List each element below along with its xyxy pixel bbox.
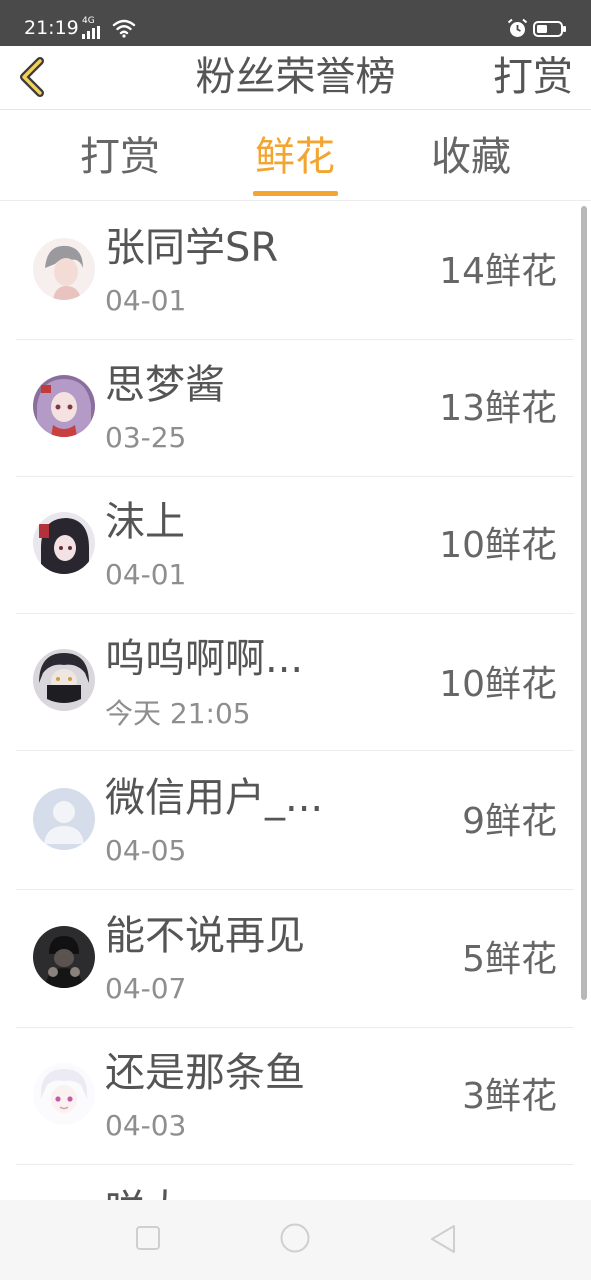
- title-bar: 粉丝荣誉榜 打赏: [0, 46, 591, 110]
- flower-count: 9鲜花: [462, 801, 557, 842]
- fan-name: 微信用户_...: [105, 775, 324, 821]
- avatar: [33, 649, 95, 711]
- fan-name: 呜呜啊啊...: [105, 636, 304, 682]
- avatar: [33, 1063, 95, 1125]
- avatar: [33, 788, 95, 850]
- recents-square-icon[interactable]: [135, 1224, 161, 1252]
- wifi-icon: [112, 19, 136, 38]
- tab-flowers[interactable]: 鲜花: [255, 133, 335, 181]
- fan-date: 03-25: [105, 421, 187, 454]
- list-item[interactable]: 思梦酱 03-25 13鲜花: [16, 339, 574, 477]
- signal-icon: [82, 26, 100, 39]
- status-time: 21:19: [24, 17, 79, 39]
- flower-count: 10鲜花: [439, 525, 557, 566]
- fan-date: 04-07: [105, 972, 187, 1005]
- list-item[interactable]: 还是那条鱼 04-03 3鲜花: [16, 1027, 574, 1165]
- flower-count: 14鲜花: [439, 251, 557, 292]
- alarm-icon: [507, 18, 528, 37]
- flower-count: 3鲜花: [462, 1076, 557, 1117]
- list-item[interactable]: 张同学SR 04-01 14鲜花: [16, 202, 574, 340]
- active-tab-indicator: [253, 191, 338, 196]
- fan-date: 今天 21:05: [105, 697, 251, 730]
- fan-name: 能不说再见: [105, 913, 305, 959]
- fan-date: 04-01: [105, 558, 187, 591]
- system-nav-bar: [0, 1200, 591, 1280]
- scrollbar[interactable]: [581, 206, 587, 1000]
- fan-list[interactable]: 张同学SR 04-01 14鲜花 思梦酱 03-25 13鲜花 沫上 04-01…: [16, 202, 574, 1200]
- list-item[interactable]: 能不说再见 04-07 5鲜花: [16, 890, 574, 1028]
- fan-date: 04-05: [105, 834, 187, 867]
- fan-date: 04-01: [105, 284, 187, 317]
- fan-name: 沫上: [105, 499, 185, 545]
- fan-name: 思梦酱: [105, 362, 225, 408]
- chevron-left-icon: [20, 57, 44, 97]
- list-item[interactable]: 微信用户_... 04-05 9鲜花: [16, 752, 574, 890]
- back-triangle-icon[interactable]: [428, 1223, 458, 1255]
- back-button[interactable]: [12, 52, 56, 102]
- status-bar: 21:19 4G: [0, 0, 591, 46]
- list-item[interactable]: 沫上 04-01 10鲜花: [16, 476, 574, 614]
- fan-name: 咩大: [105, 1186, 185, 1200]
- fan-name: 张同学SR: [105, 225, 279, 271]
- flower-count: 5鲜花: [462, 939, 557, 980]
- tab-reward[interactable]: 打赏: [80, 133, 160, 181]
- reward-button[interactable]: 打赏: [493, 46, 573, 108]
- tab-bar: 打赏 鲜花 收藏: [0, 111, 591, 201]
- fan-date: 04-03: [105, 1109, 187, 1142]
- flower-count: 13鲜花: [439, 388, 557, 429]
- home-circle-icon[interactable]: [279, 1222, 311, 1254]
- avatar: [33, 926, 95, 988]
- list-item[interactable]: 咩大: [16, 1164, 574, 1200]
- battery-icon: [533, 21, 566, 37]
- list-item[interactable]: 呜呜啊啊... 今天 21:05 10鲜花: [16, 613, 574, 751]
- tab-favorites[interactable]: 收藏: [431, 133, 511, 181]
- avatar: [33, 512, 95, 574]
- flower-count: 10鲜花: [439, 664, 557, 705]
- fan-name: 还是那条鱼: [105, 1050, 305, 1096]
- network-type: 4G: [82, 16, 95, 26]
- avatar: [33, 238, 95, 300]
- avatar: [33, 375, 95, 437]
